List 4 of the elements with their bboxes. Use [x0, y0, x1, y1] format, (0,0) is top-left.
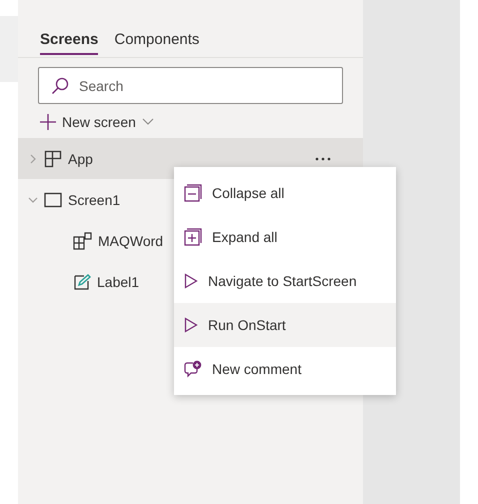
tree-item-label: MAQWord	[98, 232, 164, 248]
tree-item-label: Label1	[97, 274, 140, 290]
tree-item-label: Screen1	[68, 192, 120, 208]
tree-item-label: App	[68, 150, 93, 166]
